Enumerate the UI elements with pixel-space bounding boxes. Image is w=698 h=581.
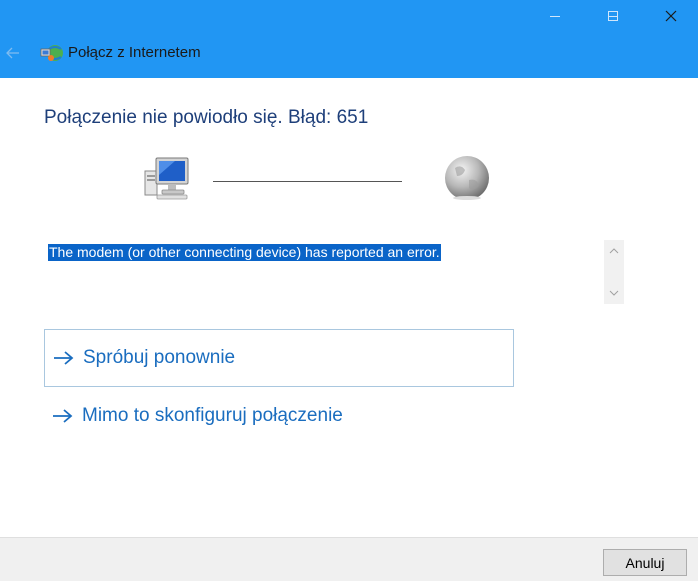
retry-link[interactable]: Spróbuj ponownie: [44, 329, 514, 387]
close-button[interactable]: [648, 0, 694, 32]
cancel-button[interactable]: Anuluj: [603, 549, 687, 576]
computer-icon: [144, 157, 189, 200]
scroll-down-button[interactable]: [604, 284, 624, 302]
minimize-button-alt[interactable]: [532, 0, 578, 32]
arrow-right-icon: [51, 348, 75, 368]
error-details-box: The modem (or other connecting device) h…: [44, 239, 624, 305]
setup-anyway-link-label: Mimo to skonfiguruj połączenie: [82, 405, 343, 426]
dialog-footer: [0, 537, 698, 581]
maximize-button[interactable]: [590, 0, 636, 32]
back-arrow-icon: [6, 47, 19, 59]
globe-icon: [445, 156, 489, 200]
title-bar: Połącz z Internetem: [0, 0, 698, 78]
chevron-down-icon: [609, 290, 619, 296]
error-scrollbar[interactable]: [604, 240, 624, 304]
arrow-right-icon: [50, 406, 74, 426]
back-button[interactable]: [2, 42, 24, 64]
maximize-icon: [608, 11, 618, 21]
error-message[interactable]: The modem (or other connecting device) h…: [48, 244, 441, 261]
network-connection-icon: [40, 45, 63, 61]
setup-anyway-link[interactable]: Mimo to skonfiguruj połączenie: [44, 388, 514, 444]
connection-line: [213, 181, 402, 182]
close-icon: [665, 10, 677, 22]
chevron-up-icon: [609, 248, 619, 254]
retry-link-label: Spróbuj ponownie: [83, 347, 236, 368]
scroll-up-button[interactable]: [604, 242, 624, 260]
window-title: Połącz z Internetem: [68, 44, 201, 61]
minimize-icon: [550, 16, 560, 17]
page-title: Połączenie nie powiodło się. Błąd: 651: [44, 107, 369, 128]
